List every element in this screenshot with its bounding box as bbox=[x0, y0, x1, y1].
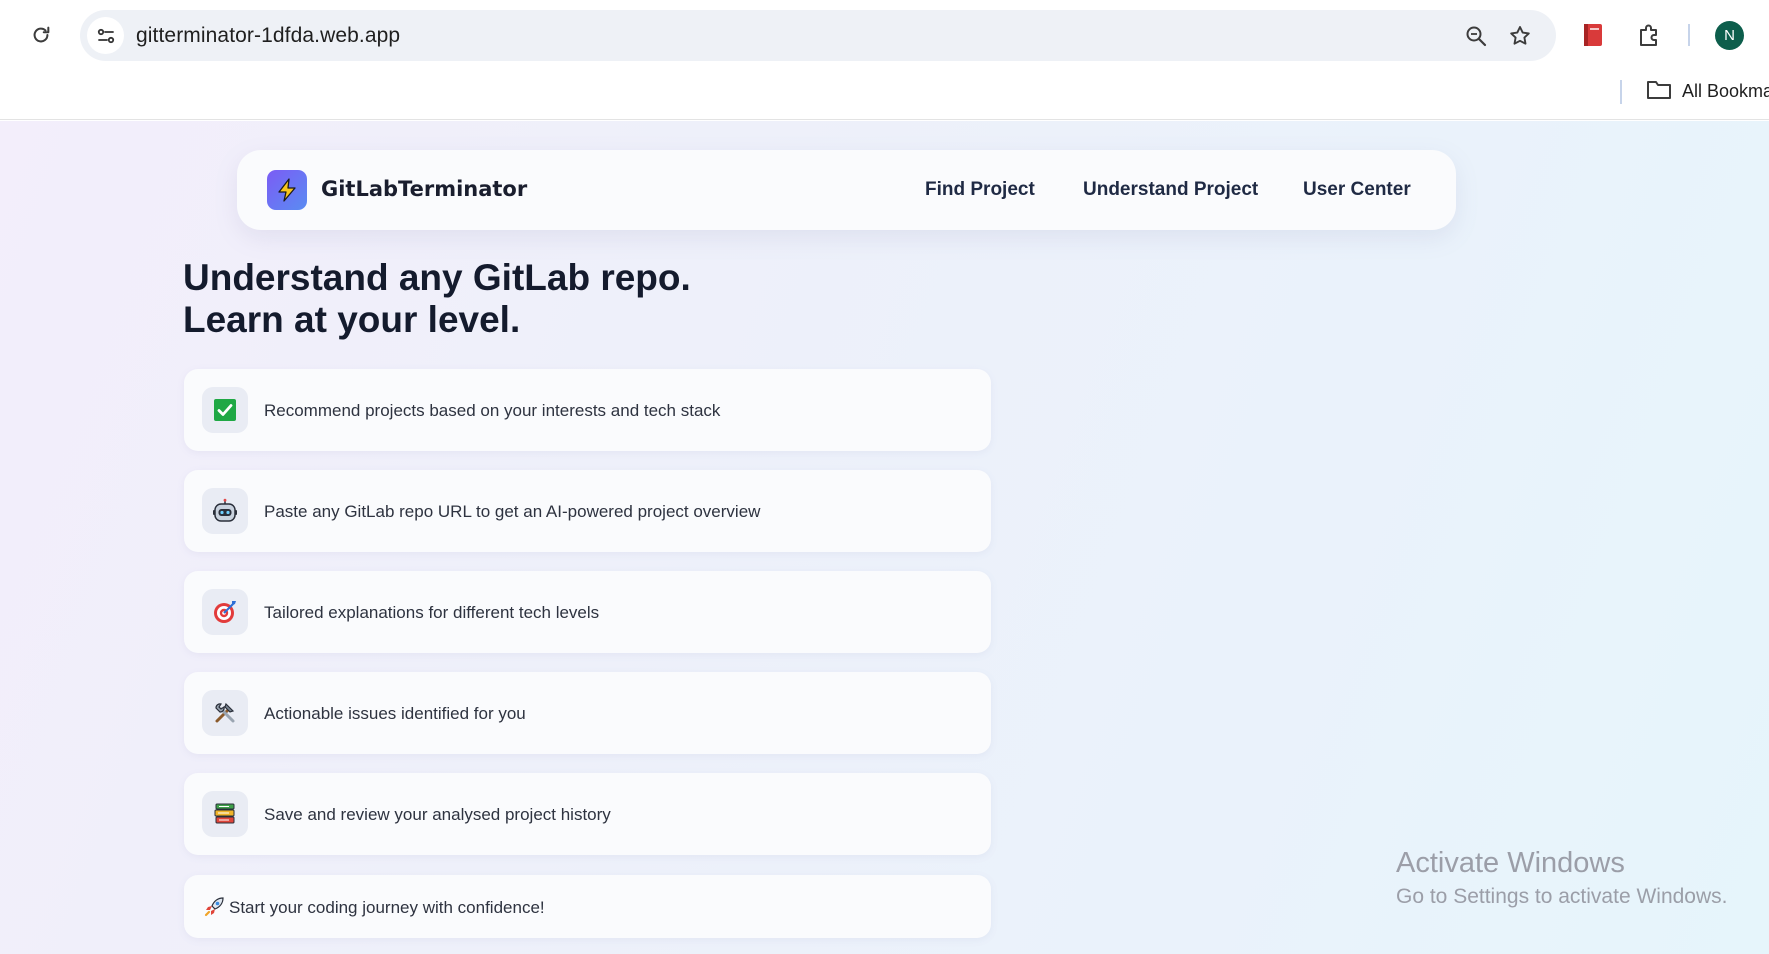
hero-heading: Understand any GitLab repo. Learn at you… bbox=[183, 257, 691, 341]
checkmark-icon bbox=[202, 387, 248, 433]
zoom-icon[interactable] bbox=[1462, 22, 1490, 50]
tools-icon bbox=[202, 690, 248, 736]
nav-find-project[interactable]: Find Project bbox=[925, 179, 1035, 201]
puzzle-icon[interactable] bbox=[1634, 20, 1664, 50]
cta-text: Start your coding journey with confidenc… bbox=[229, 898, 545, 917]
browser-toolbar: gitterminator-1dfda.web.app N bbox=[0, 0, 1769, 70]
target-icon bbox=[202, 589, 248, 635]
toolbar-divider bbox=[1688, 24, 1690, 46]
all-bookmarks-button[interactable]: All Bookma bbox=[1646, 78, 1769, 105]
reload-icon[interactable] bbox=[26, 20, 56, 50]
feature-card: Tailored explanations for different tech… bbox=[184, 571, 991, 653]
feature-text: Save and review your analysed project hi… bbox=[264, 805, 611, 824]
watermark-subtitle: Go to Settings to activate Windows. bbox=[1396, 885, 1728, 908]
watermark-title: Activate Windows bbox=[1396, 847, 1625, 879]
feature-card: Save and review your analysed project hi… bbox=[184, 773, 991, 855]
brand-name[interactable]: GitLabTerminator bbox=[321, 177, 527, 201]
address-bar[interactable]: gitterminator-1dfda.web.app bbox=[80, 10, 1556, 61]
url-text[interactable]: gitterminator-1dfda.web.app bbox=[136, 24, 400, 48]
feature-text: Paste any GitLab repo URL to get an AI-p… bbox=[264, 502, 761, 521]
all-bookmarks-label: All Bookma bbox=[1682, 81, 1769, 101]
feature-text: Recommend projects based on your interes… bbox=[264, 401, 721, 420]
star-icon[interactable] bbox=[1506, 22, 1534, 50]
tune-icon[interactable] bbox=[87, 17, 124, 54]
bookmarks-bar: All Bookma bbox=[0, 70, 1769, 120]
rocket-icon bbox=[203, 896, 225, 918]
hero-line-1: Understand any GitLab repo. bbox=[183, 257, 691, 298]
hero-line-2: Learn at your level. bbox=[183, 299, 521, 340]
cta-card: Start your coding journey with confidenc… bbox=[184, 875, 991, 938]
folder-icon bbox=[1646, 78, 1672, 105]
bookmarks-divider bbox=[1620, 80, 1622, 104]
robot-icon bbox=[202, 488, 248, 534]
feature-card: Actionable issues identified for you bbox=[184, 672, 991, 754]
activation-watermark: Activate Windows Go to Settings to activ… bbox=[1396, 846, 1728, 912]
feature-text: Tailored explanations for different tech… bbox=[264, 603, 600, 622]
feature-card: Recommend projects based on your interes… bbox=[184, 369, 991, 451]
nav-understand-project[interactable]: Understand Project bbox=[1083, 179, 1258, 201]
lightning-icon[interactable] bbox=[267, 170, 307, 210]
feature-text: Actionable issues identified for you bbox=[264, 704, 526, 723]
red-book-extension-icon[interactable] bbox=[1578, 20, 1608, 50]
nav-user-center[interactable]: User Center bbox=[1303, 179, 1411, 201]
books-icon bbox=[202, 791, 248, 837]
feature-card: Paste any GitLab repo URL to get an AI-p… bbox=[184, 470, 991, 552]
page-viewport: GitLabTerminator Find Project Understand… bbox=[0, 121, 1769, 954]
avatar[interactable]: N bbox=[1715, 21, 1744, 50]
top-navbar: GitLabTerminator Find Project Understand… bbox=[237, 150, 1456, 230]
